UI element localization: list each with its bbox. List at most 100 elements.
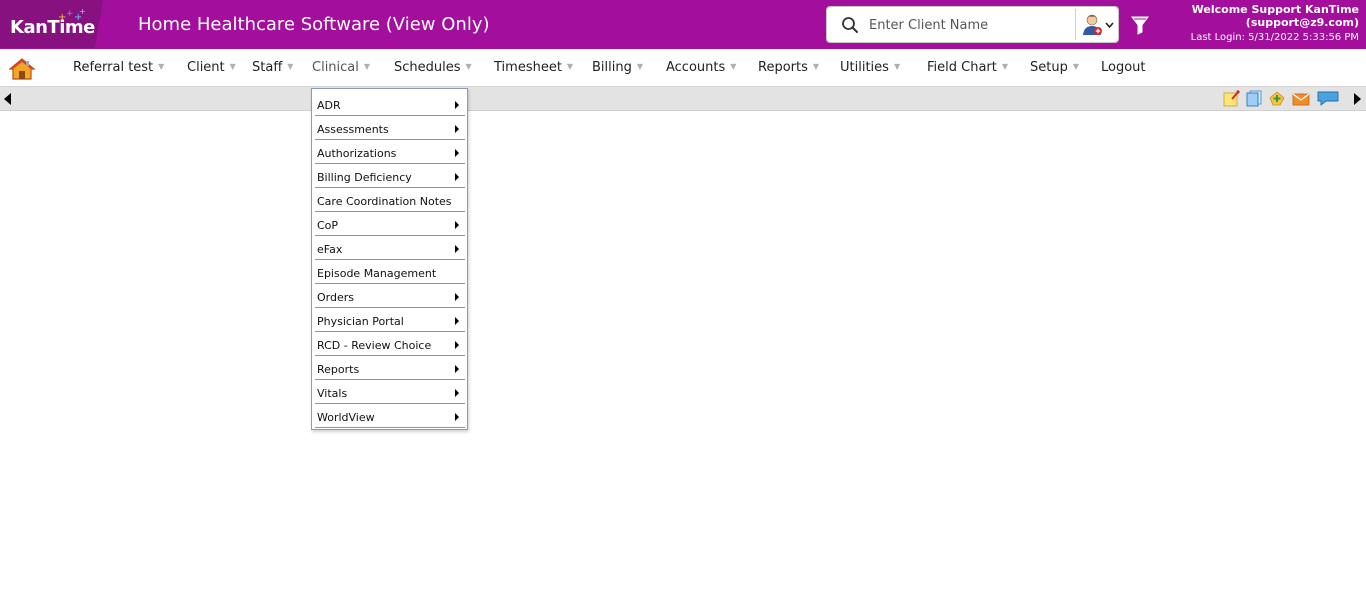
nav-reports[interactable]: Reports ▼ <box>758 60 819 75</box>
nav-label: Utilities <box>840 60 889 75</box>
menu-item-label: RCD - Review Choice <box>317 339 432 352</box>
kantime-logo[interactable]: + + + + KanTime <box>0 0 103 48</box>
nav-timesheet[interactable]: Timesheet ▼ <box>494 60 573 75</box>
menu-item-cop[interactable]: CoP <box>315 212 465 236</box>
nav-label: Reports <box>758 60 808 75</box>
menu-item-authorizations[interactable]: Authorizations <box>315 140 465 164</box>
nav-label: Referral test <box>73 60 154 75</box>
nav-label: Clinical <box>312 60 359 75</box>
menu-item-label: Care Coordination Notes <box>317 195 452 208</box>
nav-accounts[interactable]: Accounts ▼ <box>666 60 736 75</box>
menu-item-label: Billing Deficiency <box>317 171 412 184</box>
nav-label: Accounts <box>666 60 726 75</box>
menu-item-billing-deficiency[interactable]: Billing Deficiency <box>315 164 465 188</box>
app-title: Home Healthcare Software (View Only) <box>138 14 490 35</box>
nav-label: Timesheet <box>494 60 562 75</box>
chevron-right-icon <box>455 125 459 133</box>
home-icon[interactable] <box>9 57 35 81</box>
menu-item-label: CoP <box>317 219 339 232</box>
main-nav: Referral test ▼ Client ▼ Staff ▼ Clinical ▼ … <box>0 49 1366 87</box>
client-search-input[interactable] <box>869 15 1074 35</box>
chevron-down-icon: ▼ <box>812 62 820 71</box>
nav-referral[interactable]: Referral test ▼ <box>73 60 164 75</box>
search-divider <box>1075 9 1076 40</box>
scroll-right-icon[interactable] <box>1354 93 1361 105</box>
chevron-right-icon <box>455 389 459 397</box>
menu-item-care-coordination-notes[interactable]: Care Coordination Notes <box>315 188 465 212</box>
nav-utilities[interactable]: Utilities ▼ <box>840 60 900 75</box>
chevron-down-icon: ▼ <box>465 62 472 71</box>
nav-label: Setup <box>1030 60 1068 75</box>
menu-item-label: Authorizations <box>317 147 397 160</box>
nav-label: Schedules <box>394 60 461 75</box>
last-login-time: Last Login: 5/31/2022 5:33:56 PM <box>1190 32 1359 43</box>
chevron-down-icon: ▼ <box>893 62 901 71</box>
menu-item-label: Reports <box>317 363 360 376</box>
chevron-down-icon: ▼ <box>363 62 371 71</box>
client-type-user-icon[interactable] <box>1079 13 1115 37</box>
chevron-right-icon <box>455 245 459 253</box>
nav-field-chart[interactable]: Field Chart ▼ <box>927 60 1008 75</box>
menu-item-adr[interactable]: ADR <box>315 92 465 116</box>
chevron-down-icon: ▼ <box>287 62 294 71</box>
nav-logout[interactable]: Logout <box>1101 60 1146 75</box>
nav-setup[interactable]: Setup ▼ <box>1030 60 1079 75</box>
menu-item-label: eFax <box>317 243 343 256</box>
menu-item-label: Episode Management <box>317 267 437 280</box>
menu-item-label: Physician Portal <box>317 315 404 328</box>
chevron-right-icon <box>455 101 459 109</box>
chevron-right-icon <box>455 221 459 229</box>
nav-schedules[interactable]: Schedules ▼ <box>394 60 472 75</box>
nav-label: Field Chart <box>927 60 997 75</box>
menu-item-physician-portal[interactable]: Physician Portal <box>315 308 465 332</box>
filter-icon[interactable] <box>1130 15 1150 35</box>
menu-item-label: Assessments <box>317 123 389 136</box>
menu-item-orders[interactable]: Orders <box>315 284 465 308</box>
menu-item-label: Vitals <box>317 387 348 400</box>
chevron-right-icon <box>455 365 459 373</box>
chevron-right-icon <box>455 293 459 301</box>
chevron-down-icon: ▼ <box>730 62 737 71</box>
menu-item-label: Orders <box>317 291 354 304</box>
sticky-note-icon[interactable] <box>1223 90 1241 107</box>
chevron-down-icon: ▼ <box>229 62 236 71</box>
nav-billing[interactable]: Billing ▼ <box>592 60 643 75</box>
clinical-dropdown-menu: ADR Assessments Authorizations Billing D… <box>311 88 468 430</box>
nav-label: Billing <box>592 60 632 75</box>
menu-item-efax[interactable]: eFax <box>315 236 465 260</box>
welcome-user-name: Welcome Support KanTime <box>1191 3 1359 16</box>
search-icon[interactable] <box>841 16 859 34</box>
nav-label: Client <box>187 60 225 75</box>
chevron-right-icon <box>455 341 459 349</box>
chevron-down-icon: ▼ <box>566 62 574 71</box>
nav-clinical[interactable]: Clinical ▼ <box>312 60 370 75</box>
chevron-right-icon <box>455 149 459 157</box>
menu-item-reports[interactable]: Reports <box>315 356 465 380</box>
chat-icon[interactable] <box>1316 90 1340 107</box>
mail-icon[interactable] <box>1292 90 1310 107</box>
welcome-info: Welcome Support KanTime (support@z9.com)… <box>1191 3 1359 45</box>
menu-item-rcd-review-choice[interactable]: RCD - Review Choice <box>315 332 465 356</box>
menu-item-vitals[interactable]: Vitals <box>315 380 465 404</box>
scroll-left-icon[interactable] <box>4 93 11 105</box>
welcome-user-email: (support@z9.com) <box>1245 16 1359 29</box>
client-search-box <box>826 6 1119 43</box>
menu-item-worldview[interactable]: WorldView <box>315 404 465 428</box>
copy-icon[interactable] <box>1245 90 1263 107</box>
chevron-down-icon: ▼ <box>1001 62 1009 71</box>
menu-item-assessments[interactable]: Assessments <box>315 116 465 140</box>
nav-client[interactable]: Client ▼ <box>187 60 236 75</box>
add-note-icon[interactable] <box>1268 90 1286 107</box>
menu-item-label: WorldView <box>317 411 375 424</box>
nav-staff[interactable]: Staff ▼ <box>252 60 293 75</box>
app-header: + + + + KanTime Home Healthcare Software… <box>0 0 1366 49</box>
nav-label: Staff <box>252 60 283 75</box>
chevron-down-icon: ▼ <box>158 62 165 71</box>
nav-label: Logout <box>1101 60 1146 75</box>
menu-item-episode-management[interactable]: Episode Management <box>315 260 465 284</box>
chevron-down-icon: ▼ <box>636 62 644 71</box>
logo-text: KanTime <box>10 17 95 38</box>
chevron-right-icon <box>455 317 459 325</box>
chevron-right-icon <box>455 173 459 181</box>
svg-text:+: + <box>79 7 86 16</box>
